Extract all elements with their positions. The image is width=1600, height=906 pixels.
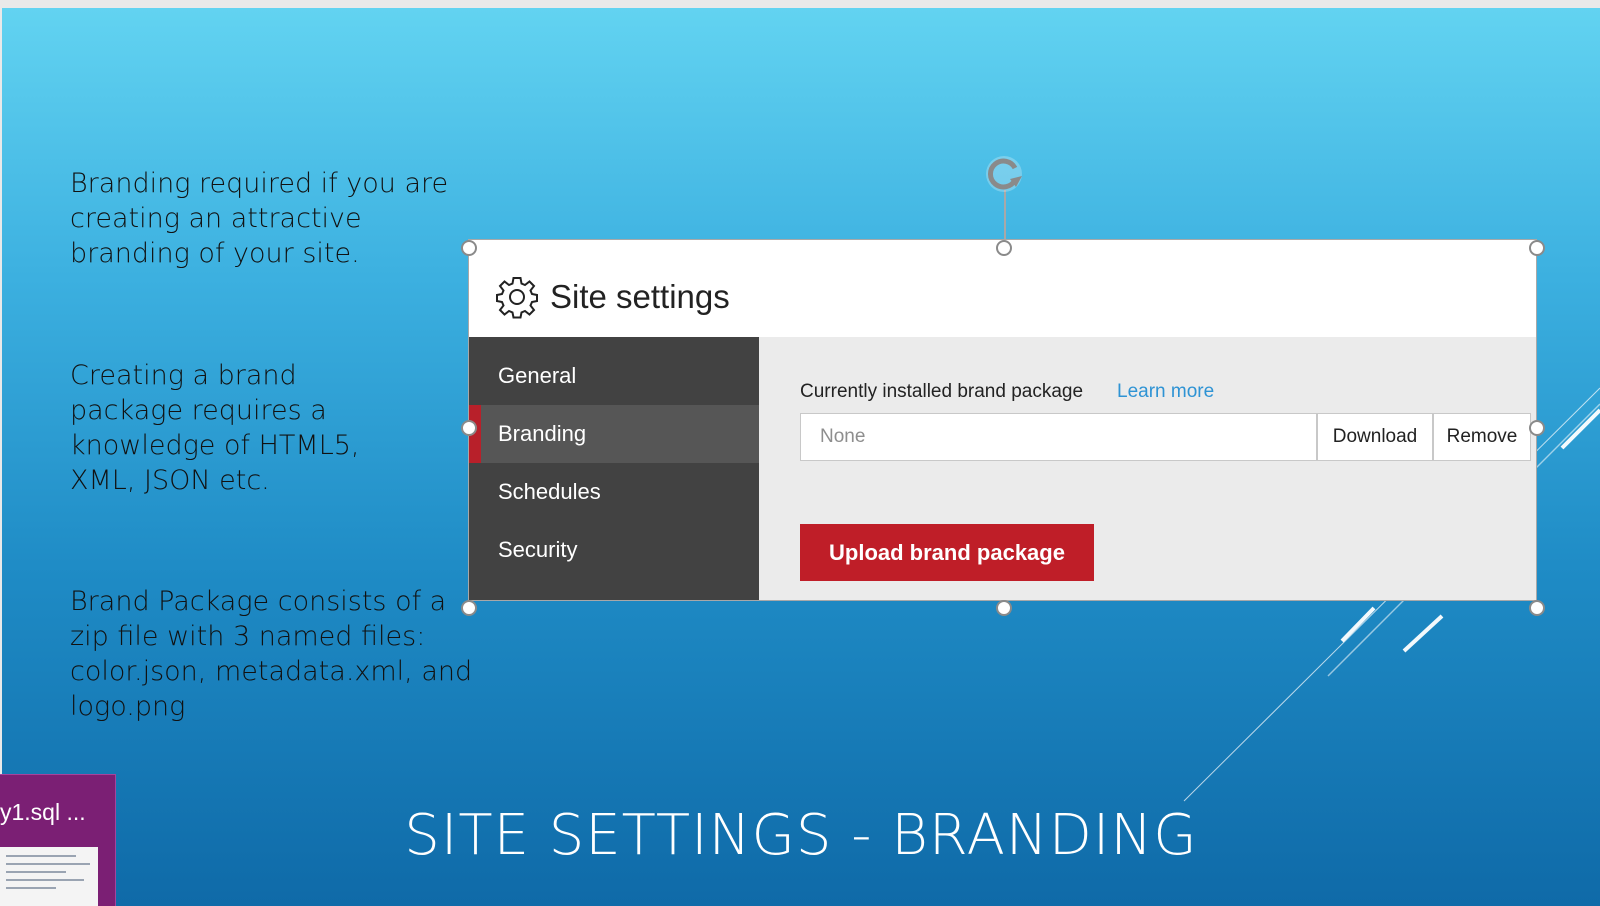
- resize-handle-left[interactable]: [461, 420, 477, 436]
- taskbar-window-thumbnail[interactable]: y1.sql ...: [0, 774, 116, 906]
- bullet-branding-required: Branding required if you are creating an…: [70, 168, 449, 269]
- bullet-brand-package-files: Brand Package consists of a zip file wit…: [70, 586, 473, 722]
- resize-handle-bottom-left[interactable]: [461, 600, 477, 616]
- picture-selection-frame: [468, 239, 1537, 601]
- resize-handle-top-right[interactable]: [1529, 240, 1545, 256]
- thumbnail-preview: [0, 847, 98, 906]
- resize-handle-top-left[interactable]: [461, 240, 477, 256]
- bullet-brand-package-knowledge: Creating a brand package requires a know…: [70, 360, 360, 496]
- slide-title: SITE SETTINGS - BRANDING: [404, 803, 1198, 868]
- thumbnail-label: y1.sql ...: [0, 799, 86, 825]
- resize-handle-bottom-right[interactable]: [1529, 600, 1545, 616]
- resize-handle-right[interactable]: [1529, 420, 1545, 436]
- resize-handle-top[interactable]: [996, 240, 1012, 256]
- resize-handle-bottom[interactable]: [996, 600, 1012, 616]
- rotate-icon[interactable]: [982, 150, 1030, 198]
